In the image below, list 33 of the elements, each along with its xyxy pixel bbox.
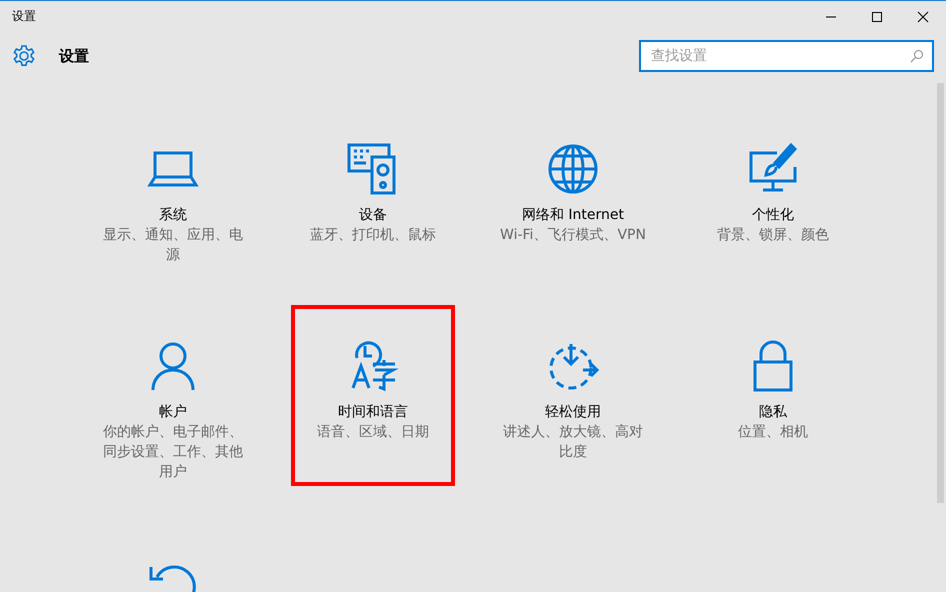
settings-category[interactable]: 个性化 背景、锁屏、颜色: [691, 108, 855, 269]
settings-icon: [11, 43, 37, 69]
settings-category[interactable]: 帐户 你的帐户、电子邮件、同步设置、工作、其他用户: [91, 305, 255, 486]
category-description: 语音、区域、日期: [316, 423, 430, 442]
category-description: 位置、相机: [737, 423, 809, 442]
settings-category[interactable]: 网络和 Internet Wi-Fi、飞行模式、VPN: [491, 108, 655, 269]
settings-category[interactable]: 轻松使用 讲述人、放大镜、高对比度: [491, 305, 655, 486]
category-title: 个性化: [752, 206, 794, 225]
category-title: 隐私: [759, 403, 787, 422]
category-title: 时间和语言: [338, 403, 408, 422]
category-title: 系统: [159, 206, 187, 225]
category-title: 网络和 Internet: [522, 206, 624, 225]
category-description: 你的帐户、电子邮件、同步设置、工作、其他用户: [102, 423, 244, 482]
page-title: 设置: [59, 46, 90, 66]
category-description: 显示、通知、应用、电源: [102, 226, 244, 265]
search-icon: [910, 49, 924, 63]
category-title: 设备: [359, 206, 387, 225]
globe-icon: [547, 143, 599, 195]
settings-category[interactable]: 设备 蓝牙、打印机、鼠标: [291, 108, 455, 269]
scrollbar[interactable]: [937, 83, 944, 503]
maximize-icon: [871, 10, 883, 22]
settings-category[interactable]: 隐私 位置、相机: [691, 305, 855, 486]
category-description: 讲述人、放大镜、高对比度: [502, 423, 644, 462]
close-icon: [917, 10, 929, 22]
settings-category[interactable]: 时间和语言 语音、区域、日期: [291, 305, 455, 486]
category-title: 轻松使用: [545, 403, 601, 422]
category-description: 蓝牙、打印机、鼠标: [309, 226, 437, 245]
window-title: 设置: [12, 8, 36, 25]
search-field[interactable]: 查找设置: [639, 40, 934, 72]
category-description: Wi-Fi、飞行模式、VPN: [499, 226, 647, 245]
category-description: 背景、锁屏、颜色: [716, 226, 830, 245]
settings-category[interactable]: 系统 显示、通知、应用、电源: [91, 108, 255, 269]
category-title: 帐户: [159, 403, 187, 422]
